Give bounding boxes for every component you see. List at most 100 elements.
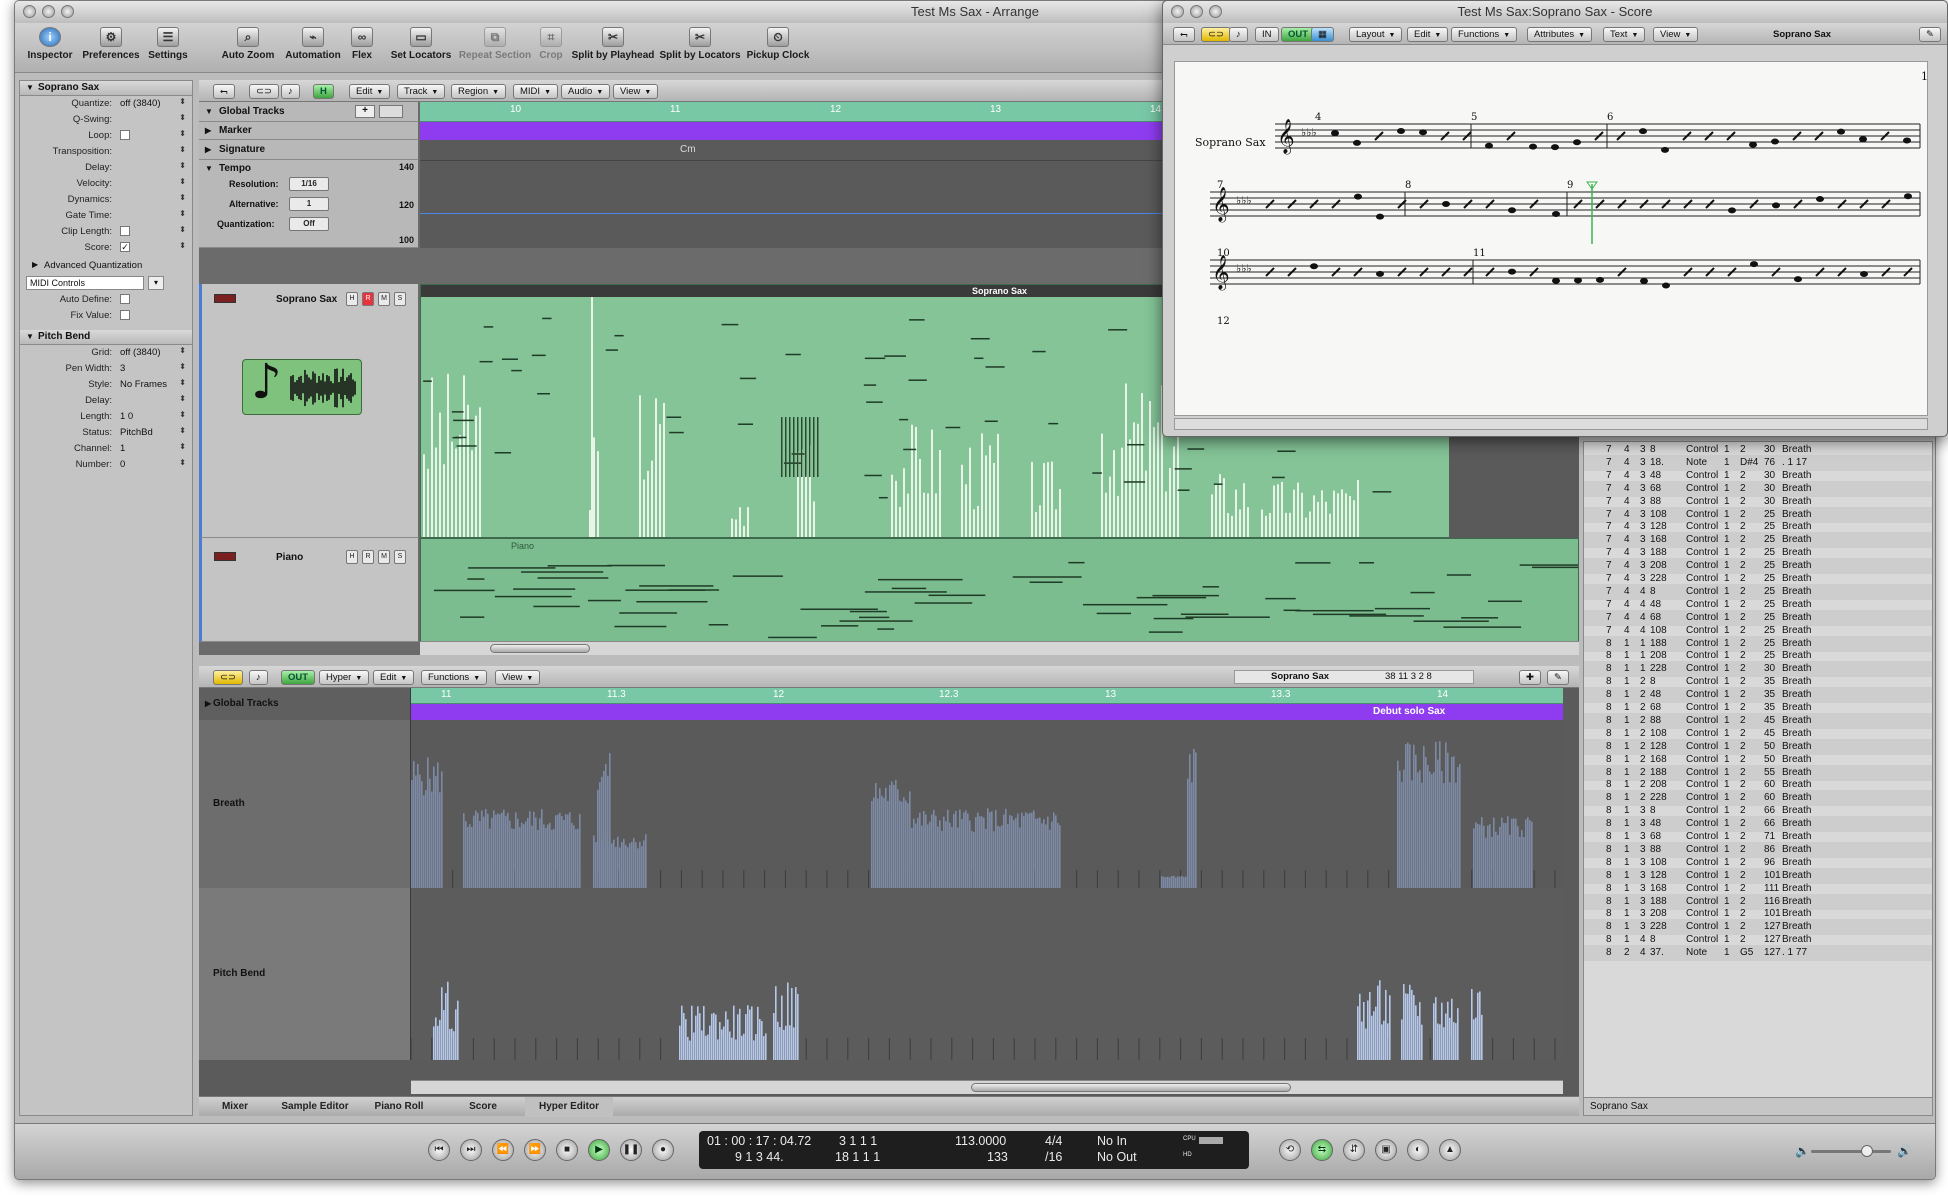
record-button[interactable]: R bbox=[362, 292, 374, 306]
attributes-menu[interactable]: Attributes ▼ bbox=[1527, 27, 1593, 42]
param-value[interactable]: 3 bbox=[120, 363, 125, 374]
text-menu[interactable]: Text ▼ bbox=[1603, 27, 1646, 42]
stepper-icon[interactable]: ⬍ bbox=[179, 442, 186, 451]
param-row[interactable]: Q-Swing: ⬍ bbox=[20, 112, 192, 128]
stepper-icon[interactable]: ⬍ bbox=[179, 129, 186, 138]
hyper-edit-menu[interactable]: Edit ▼ bbox=[373, 670, 415, 685]
repeat-section-button[interactable]: ⧉ Repeat Section bbox=[457, 27, 533, 71]
stepper-icon[interactable]: ⬍ bbox=[179, 193, 186, 202]
midi-menu[interactable]: MIDI ▼ bbox=[513, 84, 558, 99]
stepper-icon[interactable]: ⬍ bbox=[179, 177, 186, 186]
stepper-icon[interactable]: ⬍ bbox=[179, 97, 186, 106]
param-value[interactable]: off (3840) bbox=[120, 347, 161, 358]
catch-icon[interactable]: ♪ bbox=[1229, 27, 1248, 42]
back-button[interactable]: ⮢ bbox=[213, 84, 235, 99]
record-icon[interactable]: ● bbox=[652, 1139, 674, 1161]
pause-icon[interactable]: ❚❚ bbox=[620, 1139, 642, 1161]
breath-lane-label[interactable]: Breath bbox=[199, 720, 411, 888]
minimize-window-button[interactable] bbox=[1190, 5, 1203, 18]
piano-region[interactable]: Piano bbox=[420, 538, 1579, 642]
inspector-button[interactable]: i Inspector bbox=[27, 27, 73, 71]
mute-button[interactable]: M bbox=[378, 292, 390, 306]
tab-hyper-editor[interactable]: Hyper Editor bbox=[525, 1097, 613, 1117]
layout-menu[interactable]: Layout ▼ bbox=[1349, 27, 1403, 42]
hyper-scrollbar[interactable] bbox=[411, 1080, 1563, 1094]
stepper-icon[interactable]: ⬍ bbox=[179, 209, 186, 218]
marker-track-header[interactable]: ▶ Marker bbox=[199, 122, 419, 140]
signature-track-header[interactable]: ▶ Signature bbox=[199, 140, 419, 160]
stepper-icon[interactable]: ⬍ bbox=[179, 378, 186, 387]
quantization-select[interactable]: Off bbox=[289, 217, 329, 231]
param-row[interactable]: Status: PitchBd ⬍ bbox=[20, 425, 192, 441]
auto-define-checkbox[interactable] bbox=[120, 294, 130, 305]
score-view-menu[interactable]: View ▼ bbox=[1653, 27, 1699, 42]
score-scrollbar[interactable] bbox=[1174, 418, 1928, 430]
pickup-clock-button[interactable]: ⏲ Pickup Clock bbox=[745, 27, 811, 71]
param-row[interactable]: Grid: off (3840) ⬍ bbox=[20, 345, 192, 361]
event-row[interactable]: 8 2 4 37. Note 1 G5 127. 1 77 bbox=[1584, 945, 1932, 962]
score-edit-menu[interactable]: Edit ▼ bbox=[1407, 27, 1449, 42]
view-menu[interactable]: View ▼ bbox=[613, 84, 659, 99]
param-checkbox[interactable] bbox=[120, 226, 130, 237]
tab-piano-roll[interactable]: Piano Roll bbox=[359, 1097, 439, 1117]
replace-icon[interactable]: ▣ bbox=[1375, 1139, 1397, 1161]
param-row[interactable]: Score: ✓ ⬍ bbox=[20, 240, 192, 256]
pitch-bend-lane-label[interactable]: Pitch Bend bbox=[199, 888, 411, 1060]
param-row[interactable]: Delay: ⬍ bbox=[20, 393, 192, 409]
split-by-locators-button[interactable]: ✂ Split by Locators bbox=[659, 27, 741, 71]
param-row[interactable]: Style: No Frames ⬍ bbox=[20, 377, 192, 393]
stop-icon[interactable]: ■ bbox=[556, 1139, 578, 1161]
midi-out-icon[interactable]: OUT bbox=[1281, 27, 1316, 42]
param-value[interactable]: No Frames bbox=[120, 379, 167, 390]
region-parameters-header[interactable]: Soprano Sax bbox=[20, 81, 192, 96]
soprano-sax-track-header[interactable]: Soprano Sax H R M S ♪ bbox=[199, 284, 419, 538]
pointer-tool-icon[interactable]: ✚ bbox=[1519, 670, 1541, 685]
hyper-functions-menu[interactable]: Functions ▼ bbox=[421, 670, 488, 685]
solo-button[interactable]: S bbox=[394, 292, 406, 306]
zoom-window-button[interactable] bbox=[1209, 5, 1222, 18]
param-row[interactable]: Pen Width: 3 ⬍ bbox=[20, 361, 192, 377]
lcd-display[interactable]: 01 : 00 : 17 : 04.72 9 1 3 44. 3 1 1 1 1… bbox=[699, 1131, 1249, 1169]
param-row[interactable]: Loop: ⬍ bbox=[20, 128, 192, 144]
close-window-button[interactable] bbox=[1171, 5, 1184, 18]
close-window-button[interactable] bbox=[23, 5, 36, 18]
automation-button[interactable]: ⌁ Automation bbox=[283, 27, 343, 71]
hyper-lanes[interactable] bbox=[411, 720, 1563, 1060]
edit-menu[interactable]: Edit ▼ bbox=[349, 84, 391, 99]
resolution-select[interactable]: 1/16 bbox=[289, 177, 329, 191]
settings-button[interactable]: ☰ Settings bbox=[145, 27, 191, 71]
param-value[interactable]: 0 bbox=[120, 459, 125, 470]
param-row[interactable]: Velocity: ⬍ bbox=[20, 176, 192, 192]
param-row[interactable]: Dynamics: ⬍ bbox=[20, 192, 192, 208]
forward-icon[interactable]: ⏩ bbox=[524, 1139, 546, 1161]
global-tracks-header[interactable]: ▼ Global Tracks + bbox=[199, 102, 419, 122]
add-icon[interactable]: + bbox=[355, 105, 375, 118]
disclosure-icon[interactable]: ▶ bbox=[32, 260, 38, 269]
param-row[interactable]: Length: 1 0 ⬍ bbox=[20, 409, 192, 425]
param-row[interactable]: Channel: 1 ⬍ bbox=[20, 441, 192, 457]
zoom-window-button[interactable] bbox=[61, 5, 74, 18]
region-menu[interactable]: Region ▼ bbox=[451, 84, 507, 99]
param-row[interactable]: Number: 0 ⬍ bbox=[20, 457, 192, 473]
advanced-quantization[interactable]: Advanced Quantization bbox=[44, 260, 142, 271]
param-value[interactable]: 1 0 bbox=[120, 411, 133, 422]
param-row[interactable]: Clip Length: ⬍ bbox=[20, 224, 192, 240]
catch-icon[interactable]: ♪ bbox=[249, 670, 268, 685]
piano-track-header[interactable]: Piano H R M S bbox=[199, 538, 419, 642]
stepper-icon[interactable]: ⬍ bbox=[179, 145, 186, 154]
link-icon[interactable]: ⊂⊃ bbox=[249, 84, 279, 99]
param-row[interactable]: Quantize: off (3840) ⬍ bbox=[20, 96, 192, 112]
go-to-start-icon[interactable]: ⏮ bbox=[428, 1139, 450, 1161]
pitch-bend-header[interactable]: Pitch Bend bbox=[20, 330, 192, 345]
auto-zoom-button[interactable]: ⌕ Auto Zoom bbox=[215, 27, 281, 71]
catch-icon[interactable]: ♪ bbox=[281, 84, 300, 99]
hide-button[interactable]: H bbox=[346, 550, 358, 564]
hyper-global-tracks[interactable]: ▶ Global Tracks bbox=[199, 688, 411, 720]
param-value[interactable]: PitchBd bbox=[120, 427, 153, 438]
track-menu[interactable]: Track ▼ bbox=[397, 84, 446, 99]
score-functions-menu[interactable]: Functions ▼ bbox=[1451, 27, 1518, 42]
midi-controls-select[interactable]: MIDI Controls bbox=[26, 276, 144, 290]
view-toggle-icon[interactable]: ▦ bbox=[1311, 27, 1334, 42]
param-row[interactable]: Transposition: ⬍ bbox=[20, 144, 192, 160]
score-page[interactable]: 1 Soprano Sax 4 5 6 7 8 9 10 11 12 𝄞 ♭♭♭ 𝄞 ♭♭♭ 𝄞 ♭♭♭ bbox=[1174, 61, 1928, 416]
